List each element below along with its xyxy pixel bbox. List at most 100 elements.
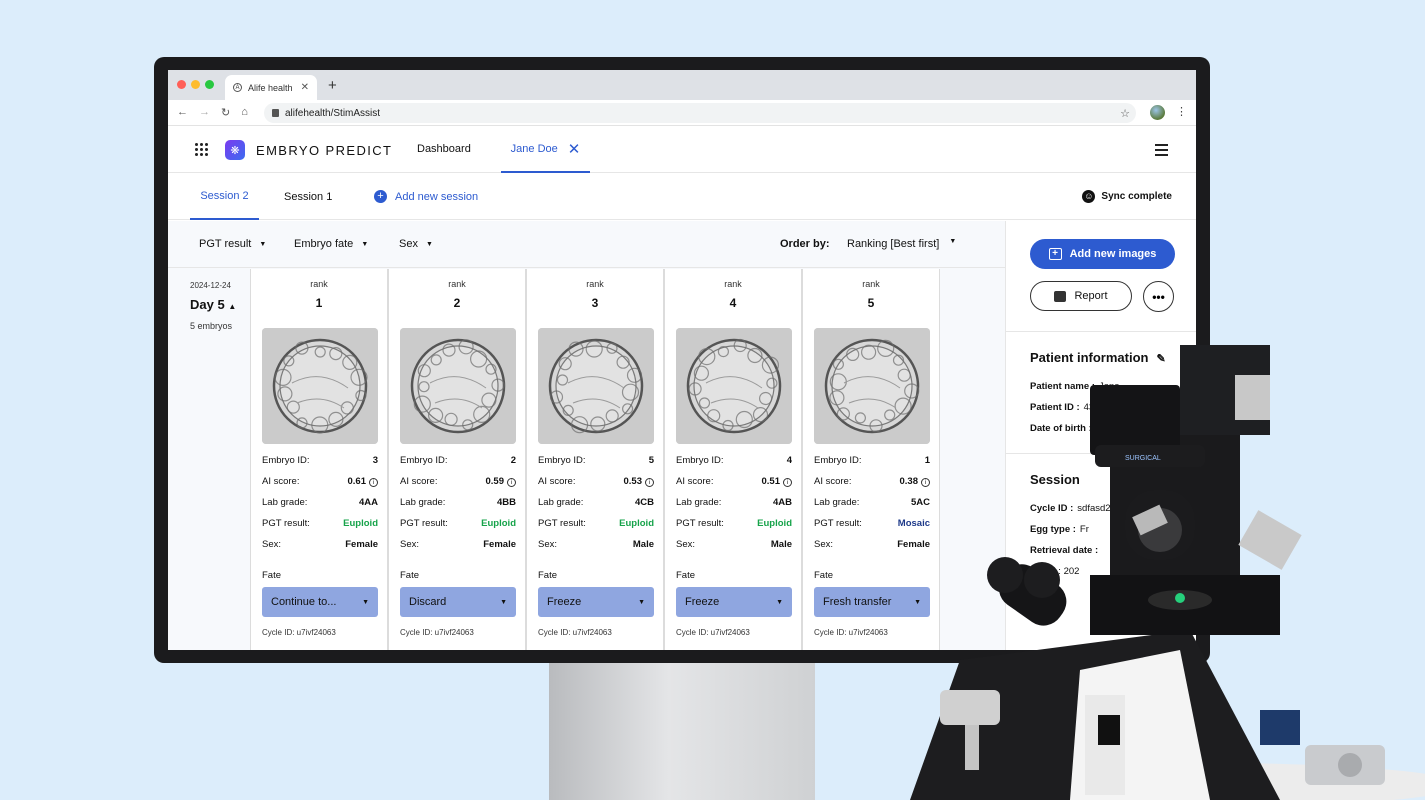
tab-session-2[interactable]: Session 2 [190, 173, 259, 220]
cycle-id: Cycle ID: u7ivf24063 [262, 628, 336, 637]
add-new-images-button[interactable]: + Add new images [1030, 239, 1175, 269]
back-icon[interactable]: ← [177, 106, 188, 119]
filter-bar: PGT result ▼ Embryo fate ▼ Sex ▼ Order by: … [168, 221, 1005, 268]
embryo-id-row: Embryo ID: 1 [814, 455, 930, 466]
lab-grade-row: Lab grade: 4CB [538, 497, 654, 508]
embryo-id-row: Embryo ID: 3 [262, 455, 378, 466]
close-tab-icon[interactable]: ✕ [301, 82, 309, 93]
nav-patient-tab[interactable]: Jane Doe ✕ [501, 126, 590, 173]
tab-session-1[interactable]: Session 1 [284, 173, 332, 220]
fate-value: Continue to... [271, 596, 337, 608]
embryo-card[interactable]: rank 2 Embryo ID: 2 AI score: 0.59 i Lab gr… [388, 269, 526, 650]
app-header: ❋ EMBRYO PREDICT Dashboard Jane Doe ✕ [168, 126, 1196, 173]
home-icon[interactable]: ⌂ [241, 106, 248, 119]
embryo-card[interactable]: rank 4 Embryo ID: 4 AI score: 0.51 i Lab gr… [664, 269, 802, 650]
fate-dropdown[interactable]: Fresh transfer ▼ [814, 587, 930, 617]
apps-grid-icon[interactable] [195, 143, 208, 156]
more-options-button[interactable]: ••• [1143, 281, 1174, 312]
caret-down-icon: ▼ [638, 598, 645, 606]
plus-circle-icon: + [374, 190, 387, 203]
browser-menu-icon[interactable]: ⋮ [1176, 105, 1187, 118]
embryo-image[interactable] [400, 328, 516, 444]
url-bar[interactable]: alifehealth/StimAssist ☆ [264, 103, 1136, 123]
bookmark-star-icon[interactable]: ☆ [1120, 107, 1130, 120]
sex-row: Sex: Male [676, 539, 792, 550]
fate-value: Fresh transfer [823, 596, 892, 608]
embryo-image[interactable] [676, 328, 792, 444]
add-images-label: Add new images [1069, 248, 1157, 260]
logo-icon: ❋ [225, 140, 245, 160]
filter-fate-label: Embryo fate [294, 238, 354, 250]
info-icon[interactable]: i [645, 478, 654, 487]
ai-score-row: AI score: 0.51 i [676, 476, 792, 487]
report-icon [1054, 290, 1067, 302]
filter-sex[interactable]: Sex ▼ [399, 238, 433, 250]
cycle-id: Cycle ID: u7ivf24063 [538, 628, 612, 637]
filter-sex-label: Sex [399, 238, 418, 250]
fate-dropdown[interactable]: Freeze ▼ [676, 587, 792, 617]
filter-embryo-fate[interactable]: Embryo fate ▼ [294, 238, 368, 250]
favicon-icon: A [233, 83, 242, 92]
hamburger-menu-icon[interactable] [1155, 144, 1168, 159]
url-text: alifehealth/StimAssist [285, 107, 381, 119]
ai-score-row: AI score: 0.61 i [262, 476, 378, 487]
embryo-image[interactable] [814, 328, 930, 444]
info-icon[interactable]: i [783, 478, 792, 487]
filter-pgt-result[interactable]: PGT result ▼ [199, 238, 266, 250]
embryo-card[interactable]: rank 3 Embryo ID: 5 AI score: 0.53 i Lab gr… [526, 269, 664, 650]
filter-pgt-label: PGT result [199, 238, 252, 250]
caret-down-icon: ▼ [259, 240, 267, 248]
embryo-id-row: Embryo ID: 4 [676, 455, 792, 466]
fate-label: Fate [676, 570, 696, 581]
tab-title: Alife health [248, 82, 293, 93]
minimize-window-button[interactable] [191, 80, 200, 89]
info-icon[interactable]: i [507, 478, 516, 487]
order-by-value: Ranking [Best first] [847, 238, 940, 250]
add-session-button[interactable]: + Add new session [374, 173, 478, 220]
lock-icon [272, 109, 279, 117]
reload-icon[interactable]: ↻ [221, 106, 230, 119]
nav-dashboard[interactable]: Dashboard [417, 143, 471, 155]
fate-dropdown[interactable]: Freeze ▼ [538, 587, 654, 617]
main-content: PGT result ▼ Embryo fate ▼ Sex ▼ Order by: … [168, 221, 1005, 650]
embryo-id-row: Embryo ID: 5 [538, 455, 654, 466]
browser-toolbar: ← → ↻ ⌂ alifehealth/StimAssist ☆ ⋮ [168, 100, 1196, 126]
pgt-result-row: PGT result: Mosaic [814, 518, 930, 529]
pgt-result-row: PGT result: Euploid [676, 518, 792, 529]
fate-dropdown[interactable]: Discard ▼ [400, 587, 516, 617]
add-session-label: Add new session [395, 190, 479, 203]
maximize-window-button[interactable] [205, 80, 214, 89]
fate-value: Freeze [547, 596, 582, 608]
order-by-select[interactable]: Ranking [Best first] ▼ [847, 238, 956, 250]
add-image-icon: + [1048, 248, 1062, 260]
info-icon[interactable]: i [369, 478, 378, 487]
embryo-card[interactable]: rank 5 Embryo ID: 1 AI score: 0.38 i Lab gr… [802, 269, 940, 650]
caret-down-icon: ▼ [362, 598, 369, 606]
close-window-button[interactable] [177, 80, 186, 89]
fate-dropdown[interactable]: Continue to... ▼ [262, 587, 378, 617]
cycle-id: Cycle ID: u7ivf24063 [400, 628, 474, 637]
caret-down-icon: ▼ [425, 240, 433, 248]
fate-label: Fate [400, 570, 420, 581]
fate-label: Fate [262, 570, 282, 581]
rank-number: 1 [315, 296, 323, 310]
edit-pencil-icon[interactable]: ✎ [1156, 353, 1165, 365]
rank-label: rank [586, 279, 604, 289]
lab-grade-row: Lab grade: 4AB [676, 497, 792, 508]
close-patient-tab-icon[interactable]: ✕ [568, 140, 581, 158]
info-icon[interactable]: i [921, 478, 930, 487]
embryo-image[interactable] [538, 328, 654, 444]
embryo-image[interactable] [262, 328, 378, 444]
profile-avatar[interactable] [1150, 105, 1165, 120]
retrieval-date-field: Retrieval date : [1030, 545, 1099, 556]
new-tab-icon[interactable]: + [328, 77, 337, 94]
report-button[interactable]: Report [1030, 281, 1132, 311]
forward-icon[interactable]: → [199, 106, 210, 119]
embryo-card[interactable]: rank 1 Embryo ID: 3 AI score: 0.61 i Lab gr… [250, 269, 388, 650]
day-title[interactable]: Day 5 ▲ [190, 297, 236, 312]
browser-tab[interactable]: A Alife health ✕ [225, 75, 317, 100]
pgt-result-row: PGT result: Euploid [538, 518, 654, 529]
sync-label: Sync complete [1101, 191, 1172, 202]
embryo-count: 5 embryos [190, 321, 233, 331]
ai-score-row: AI score: 0.59 i [400, 476, 516, 487]
